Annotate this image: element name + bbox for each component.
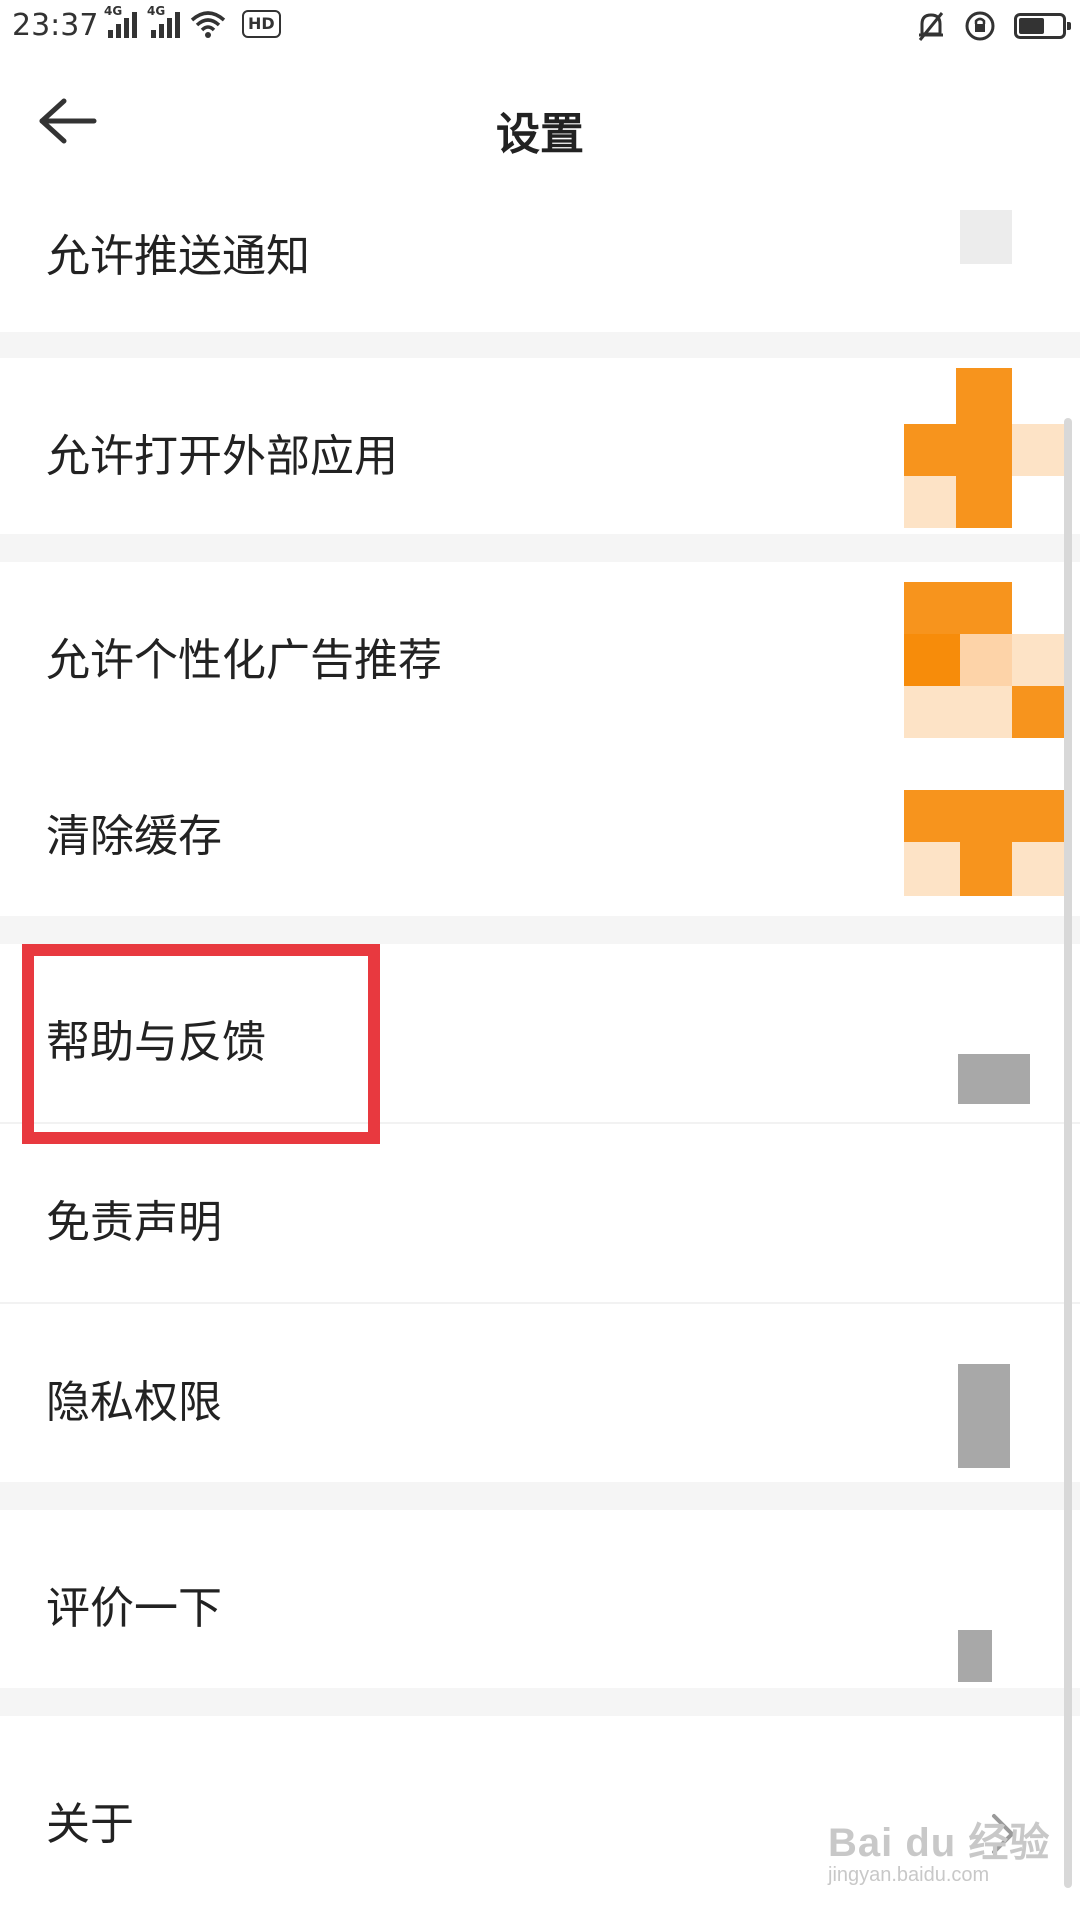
settings-item-label: 隐私权限 (46, 1377, 222, 1428)
settings-item-push-notifications[interactable]: 允许推送通知 (0, 190, 1080, 332)
chevron-right-icon (958, 1630, 992, 1682)
battery-icon (1014, 13, 1071, 39)
toggle-switch[interactable] (960, 210, 1012, 264)
watermark-main: Bai du 经验 (828, 1821, 1051, 1865)
status-left-icons: 4G 4G HD (104, 4, 281, 38)
header: 设置 (0, 56, 1080, 191)
chevron-right-icon (958, 1054, 1030, 1104)
page-title: 设置 (496, 109, 584, 160)
settings-item-disclaimer[interactable]: 免责声明 (0, 1124, 1080, 1302)
settings-item-label: 评价一下 (46, 1583, 222, 1634)
status-time: 23:37 (12, 8, 99, 43)
signal-label: 4G (104, 4, 123, 18)
scrollbar[interactable] (1064, 418, 1072, 1888)
toggle-switch[interactable] (904, 582, 1064, 738)
settings-item-clear-cache[interactable]: 清除缓存 (0, 738, 1080, 916)
bell-muted-icon (918, 12, 944, 41)
wifi-icon (190, 11, 226, 38)
settings-item-rate-app[interactable]: 评价一下 (0, 1510, 1080, 1688)
section-gap (0, 1688, 1080, 1716)
highlight-annotation-box (22, 944, 380, 1144)
toggle-switch[interactable] (904, 368, 1064, 528)
signal-icon: 4G (147, 4, 180, 38)
settings-item-privacy-permissions[interactable]: 隐私权限 (0, 1304, 1080, 1482)
settings-item-open-external-apps[interactable]: 允许打开外部应用 (0, 358, 1080, 534)
signal-icon: 4G (104, 4, 137, 38)
baidu-jingyan-watermark: Bai du 经验 jingyan.baidu.com (828, 1810, 1050, 1887)
settings-item-personalized-ads[interactable]: 允许个性化广告推荐 (0, 562, 1080, 738)
status-bar: 23:37 4G 4G HD (0, 0, 1080, 56)
section-gap (0, 332, 1080, 358)
settings-item-label: 清除缓存 (46, 811, 222, 862)
settings-item-label: 关于 (46, 1799, 134, 1850)
signal-label: 4G (147, 4, 166, 18)
section-gap (0, 1482, 1080, 1510)
chevron-right-icon (958, 1364, 1010, 1468)
status-right-icons (916, 10, 1071, 42)
section-gap (0, 916, 1080, 944)
settings-item-label: 允许个性化广告推荐 (46, 635, 442, 686)
settings-item-label: 免责声明 (46, 1197, 222, 1248)
hd-voice-icon: HD (242, 10, 281, 38)
settings-item-label: 允许打开外部应用 (46, 431, 398, 482)
settings-item-label: 允许推送通知 (46, 231, 310, 282)
section-gap (0, 534, 1080, 562)
rotation-lock-icon (965, 11, 995, 41)
cache-size-value (904, 790, 1064, 896)
